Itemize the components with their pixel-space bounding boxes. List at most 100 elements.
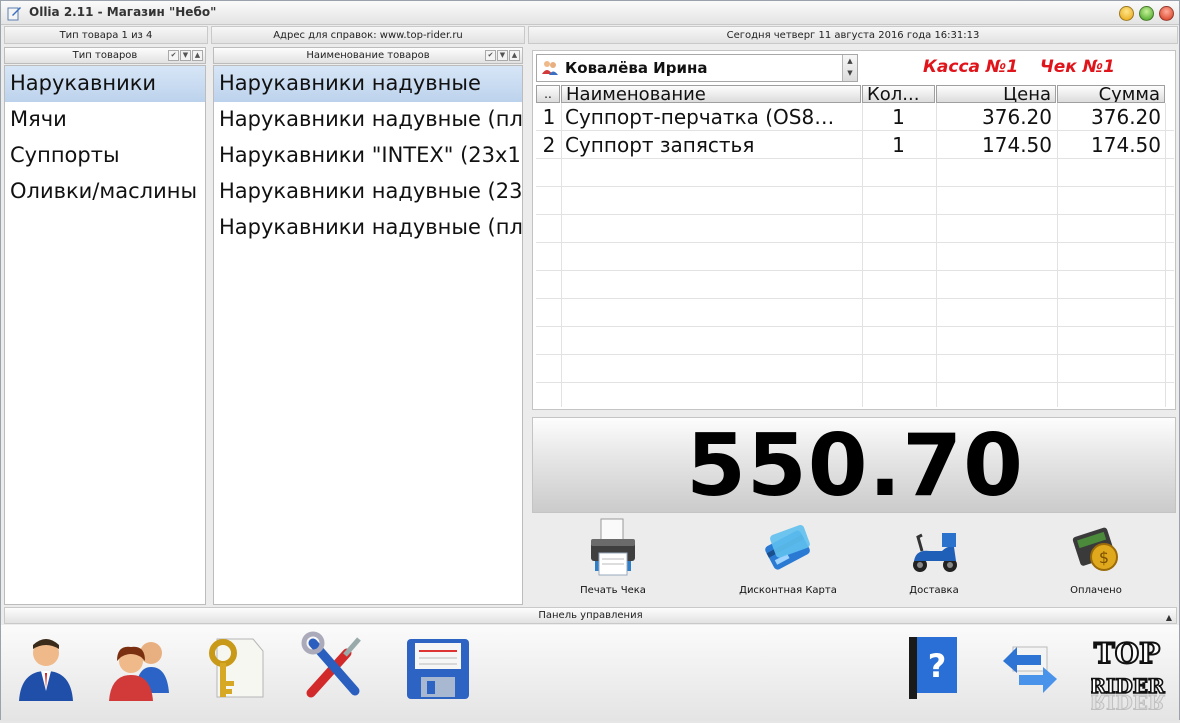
spin-down-icon[interactable]: ▼ — [843, 67, 857, 79]
print-receipt-label: Печать Чека — [580, 585, 646, 596]
minimize-button[interactable] — [1119, 6, 1134, 21]
products-header-label: Наименование товаров — [306, 50, 430, 61]
datetime-bar: Сегодня четверг 11 августа 2016 года 16:… — [528, 26, 1178, 44]
kassa-label: Касса №1 — [923, 57, 1019, 77]
check-icon[interactable]: ✔ — [485, 50, 496, 61]
print-receipt-button[interactable]: Печать Чека — [543, 517, 683, 603]
products-column-header: Наименование товаров ✔ ▼ ▲ — [213, 47, 523, 64]
products-list: Нарукавники надувные Нарукавники надувны… — [213, 65, 523, 605]
collapse-up-icon[interactable]: ▲ — [1166, 610, 1172, 626]
delivery-label: Доставка — [909, 585, 959, 596]
product-item[interactable]: Нарукавники "INTEX" (23x1 — [214, 138, 522, 174]
check-icon[interactable]: ✔ — [168, 50, 179, 61]
user-button[interactable] — [11, 631, 81, 703]
receipt-grid-header: .. Наименование Кол... Цена Сумма — [536, 85, 1174, 103]
row-name: Суппорт запястья — [565, 133, 755, 157]
product-item[interactable]: Нарукавники надувные (23 — [214, 174, 522, 210]
empty-row — [536, 299, 1174, 327]
control-toolbar: ? TOP RIDER RIDER — [1, 625, 1179, 721]
receipt-grid: 1 Суппорт-перчатка (OS8… 1 376.20 376.20… — [536, 103, 1174, 407]
cashier-select[interactable]: Ковалёва Ирина ▲ ▼ — [536, 54, 858, 82]
col-header-name[interactable]: Наименование — [561, 85, 861, 103]
filter-down-icon[interactable]: ▼ — [497, 50, 508, 61]
table-row[interactable]: 2 Суппорт запястья 1 174.50 174.50 — [536, 131, 1174, 159]
help-book-icon: ? — [909, 637, 957, 699]
type-item-olivki[interactable]: Оливки/маслины — [5, 174, 205, 210]
svg-text:$: $ — [1099, 548, 1109, 567]
sync-icon — [1003, 646, 1057, 693]
key-button[interactable] — [199, 631, 269, 703]
table-row[interactable]: 1 Суппорт-перчатка (OS8… 1 376.20 376.20 — [536, 103, 1174, 131]
app-icon — [7, 7, 21, 21]
control-panel-title: Панель управления — [538, 610, 643, 621]
row-price: 174.50 — [982, 133, 1052, 157]
app-window: Ollia 2.11 - Магазин "Небо" Тип товара 1… — [0, 0, 1180, 721]
type-item-myachi[interactable]: Мячи — [5, 102, 205, 138]
filter-down-icon[interactable]: ▼ — [180, 50, 191, 61]
close-button[interactable] — [1159, 6, 1174, 21]
types-column-header: Тип товаров ✔ ▼ ▲ — [4, 47, 206, 64]
address-bar: Адрес для справок: www.top-rider.ru — [211, 26, 525, 44]
empty-row — [536, 159, 1174, 187]
address-text: Адрес для справок: www.top-rider.ru — [273, 30, 463, 41]
discount-card-label: Дисконтная Карта — [739, 585, 837, 596]
products-header-buttons: ✔ ▼ ▲ — [485, 50, 520, 61]
col-header-index[interactable]: .. — [536, 85, 560, 103]
type-item-narukavniki[interactable]: Нарукавники — [5, 66, 205, 102]
types-header-buttons: ✔ ▼ ▲ — [168, 50, 203, 61]
row-index: 1 — [542, 105, 556, 129]
product-item[interactable]: Нарукавники надувные (пла — [214, 102, 522, 138]
scooter-icon — [913, 533, 957, 572]
spin-up-icon[interactable]: ▲ — [843, 55, 857, 67]
window-title: Ollia 2.11 - Магазин "Небо" — [29, 5, 217, 19]
col-header-sum[interactable]: Сумма — [1057, 85, 1165, 103]
row-sum: 174.50 — [1091, 133, 1161, 157]
type-count-text: Тип товара 1 из 4 — [59, 30, 153, 41]
col-header-qty[interactable]: Кол... — [862, 85, 935, 103]
datetime-text: Сегодня четверг 11 августа 2016 года 16:… — [726, 30, 980, 41]
tools-icon — [301, 631, 361, 698]
receipt-panel: Ковалёва Ирина ▲ ▼ Касса №1 Чек №1 .. Наи… — [532, 50, 1176, 410]
sync-button[interactable] — [995, 631, 1065, 703]
empty-row — [536, 383, 1174, 407]
svg-text:TOP: TOP — [1094, 637, 1160, 670]
tools-button[interactable] — [299, 631, 369, 703]
empty-row — [536, 327, 1174, 355]
discount-card-button[interactable]: Дисконтная Карта — [718, 517, 858, 603]
discount-card-icon — [765, 525, 810, 570]
empty-row — [536, 215, 1174, 243]
empty-row — [536, 271, 1174, 299]
product-item[interactable]: Нарукавники надувные — [214, 66, 522, 102]
col-header-price[interactable]: Цена — [936, 85, 1056, 103]
scroll-up-icon[interactable]: ▲ — [509, 50, 520, 61]
help-button[interactable]: ? — [897, 631, 967, 703]
users-button[interactable] — [105, 631, 175, 703]
check-number-label: Чек №1 — [1040, 57, 1116, 77]
row-index: 2 — [542, 133, 556, 157]
paid-wallet-icon: $ — [1072, 527, 1118, 571]
paid-button[interactable]: $ Оплачено — [1026, 517, 1166, 603]
row-price: 376.20 — [982, 105, 1052, 129]
empty-row — [536, 243, 1174, 271]
svg-text:RIDER: RIDER — [1091, 690, 1165, 714]
users-icon — [109, 642, 169, 701]
paid-label: Оплачено — [1070, 585, 1122, 596]
scroll-up-icon[interactable]: ▲ — [192, 50, 203, 61]
printer-icon — [591, 518, 635, 576]
maximize-button[interactable] — [1139, 6, 1154, 21]
product-item[interactable]: Нарукавники надувные (пла — [214, 210, 522, 246]
type-item-supporty[interactable]: Суппорты — [5, 138, 205, 174]
top-rider-logo[interactable]: TOP RIDER RIDER — [1089, 631, 1171, 715]
types-list: Нарукавники Мячи Суппорты Оливки/маслины — [4, 65, 206, 605]
cashier-spinner[interactable]: ▲ ▼ — [842, 55, 857, 81]
row-name: Суппорт-перчатка (OS8… — [565, 105, 835, 129]
delivery-button[interactable]: Доставка — [864, 517, 1004, 603]
control-panel-bar[interactable]: Панель управления ▲ — [4, 607, 1177, 624]
type-count-bar: Тип товара 1 из 4 — [4, 26, 208, 44]
row-qty: 1 — [892, 133, 905, 157]
save-button[interactable] — [403, 631, 473, 703]
total-amount: 550.70 — [686, 416, 1024, 516]
title-bar: Ollia 2.11 - Магазин "Небо" — [1, 1, 1179, 25]
empty-row — [536, 187, 1174, 215]
user-icon — [19, 639, 73, 701]
